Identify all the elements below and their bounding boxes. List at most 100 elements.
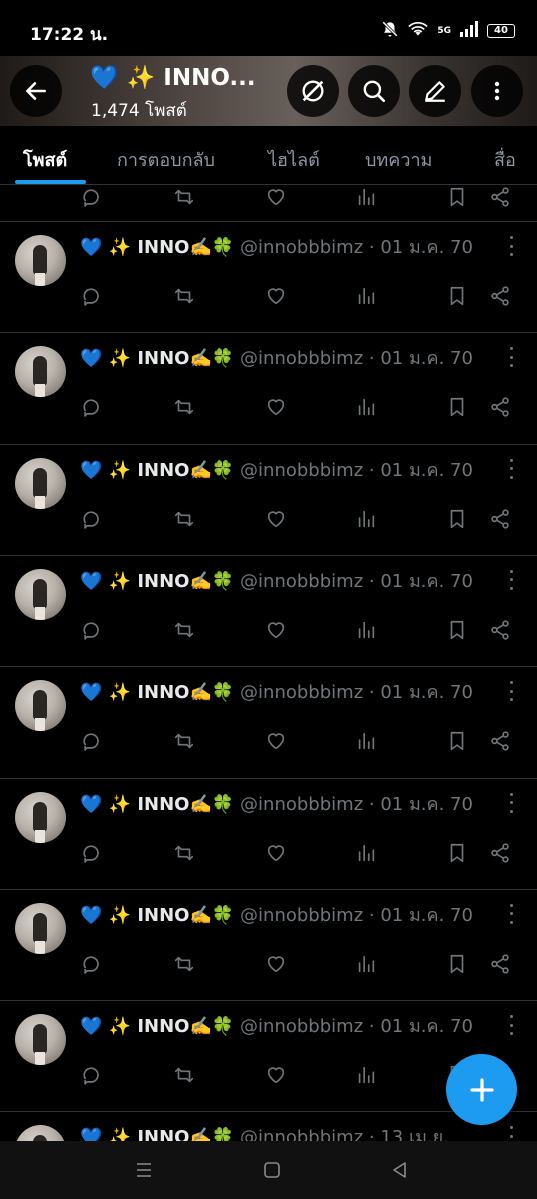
avatar[interactable] <box>15 1125 66 1141</box>
post-more-icon[interactable] <box>506 458 516 479</box>
reply-button[interactable] <box>80 618 104 642</box>
recent-apps-button[interactable] <box>134 1160 154 1180</box>
views-button[interactable] <box>354 841 378 865</box>
reply-button[interactable] <box>80 507 104 531</box>
views-button[interactable] <box>354 395 378 419</box>
post-item[interactable]: 💙 ✨ INNO✍️🍀 @innobbbimz · 01 ม.ค. 70 <box>0 888 537 1000</box>
search-button[interactable] <box>348 65 400 117</box>
avatar[interactable] <box>15 568 66 620</box>
post-item[interactable]: 💙 ✨ INNO✍️🍀 @innobbbimz · 01 ม.ค. 70 <box>0 777 537 889</box>
repost-button[interactable] <box>172 841 196 865</box>
share-button[interactable] <box>488 284 512 308</box>
views-button[interactable] <box>354 618 378 642</box>
repost-button[interactable] <box>172 729 196 753</box>
reply-button[interactable] <box>80 952 104 976</box>
tab-posts[interactable]: โพสต์ <box>23 145 67 174</box>
tab-highlights[interactable]: ไฮไลต์ <box>268 145 320 174</box>
avatar[interactable] <box>15 1014 66 1066</box>
post-more-icon[interactable] <box>506 1126 516 1141</box>
bookmark-button[interactable] <box>445 395 469 419</box>
bookmark-button[interactable] <box>445 729 469 753</box>
system-back-button[interactable] <box>390 1160 410 1180</box>
views-button[interactable] <box>354 1063 378 1087</box>
avatar[interactable] <box>15 235 66 286</box>
bookmark-button[interactable] <box>445 841 469 865</box>
post-item[interactable]: 💙 ✨ INNO✍️🍀 @innobbbimz · 01 ม.ค. 70 <box>0 221 537 332</box>
views-button[interactable] <box>354 729 378 753</box>
repost-button[interactable] <box>172 284 196 308</box>
reply-button[interactable] <box>80 1063 104 1087</box>
share-button[interactable] <box>488 395 512 419</box>
compose-button[interactable] <box>446 1054 517 1125</box>
like-button[interactable] <box>264 284 288 308</box>
views-button[interactable] <box>354 185 378 209</box>
repost-button[interactable] <box>172 395 196 419</box>
views-button[interactable] <box>354 507 378 531</box>
share-button[interactable] <box>488 185 512 209</box>
post-actions <box>0 185 537 209</box>
repost-button[interactable] <box>172 507 196 531</box>
bookmark-button[interactable] <box>445 185 469 209</box>
grok-button[interactable] <box>287 65 339 117</box>
post-more-icon[interactable] <box>506 681 516 702</box>
like-button[interactable] <box>264 395 288 419</box>
share-button[interactable] <box>488 729 512 753</box>
share-button[interactable] <box>488 507 512 531</box>
avatar[interactable] <box>15 902 66 954</box>
tab-replies[interactable]: การตอบกลับ <box>117 145 215 174</box>
share-button[interactable] <box>488 618 512 642</box>
share-button[interactable] <box>488 952 512 976</box>
reply-button[interactable] <box>80 284 104 308</box>
post-item[interactable]: 💙 ✨ INNO✍️🍀 @innobbbimz · 01 ม.ค. 70 <box>0 443 537 555</box>
repost-button[interactable] <box>172 1063 196 1087</box>
bookmark-button[interactable] <box>445 284 469 308</box>
post-feed[interactable]: 💙 ✨ INNO✍️🍀 @innobbbimz · 01 ม.ค. 70 💙 ✨ … <box>0 185 537 1141</box>
reply-button[interactable] <box>80 185 104 209</box>
repost-button[interactable] <box>172 952 196 976</box>
post-item[interactable]: 💙 ✨ INNO✍️🍀 @innobbbimz · 01 ม.ค. 70 <box>0 666 537 777</box>
post-date: · 01 ม.ค. 70 <box>368 348 473 370</box>
more-button[interactable] <box>471 65 523 117</box>
post-more-icon[interactable] <box>506 236 516 256</box>
reply-icon <box>83 733 99 751</box>
avatar[interactable] <box>15 457 66 509</box>
like-button[interactable] <box>264 507 288 531</box>
avatar[interactable] <box>15 680 66 732</box>
bookmark-icon <box>450 398 464 417</box>
avatar[interactable] <box>15 346 66 398</box>
like-button[interactable] <box>264 185 288 209</box>
bookmark-button[interactable] <box>445 618 469 642</box>
tab-media[interactable]: สื่อ <box>494 145 516 174</box>
like-button[interactable] <box>264 618 288 642</box>
like-button[interactable] <box>264 952 288 976</box>
views-button[interactable] <box>354 284 378 308</box>
home-button[interactable] <box>262 1160 282 1180</box>
tab-articles[interactable]: บทความ <box>365 145 432 174</box>
repost-icon <box>174 400 194 415</box>
post-more-icon[interactable] <box>506 569 516 590</box>
bookmark-button[interactable] <box>445 507 469 531</box>
edit-button[interactable] <box>409 65 461 117</box>
like-button[interactable] <box>264 1063 288 1087</box>
avatar[interactable] <box>15 791 66 843</box>
post-more-icon[interactable] <box>506 903 516 924</box>
post-more-icon[interactable] <box>506 347 516 368</box>
like-button[interactable] <box>264 729 288 753</box>
post-item[interactable]: 💙 ✨ INNO✍️🍀 @innobbbimz · 01 ม.ค. 70 <box>0 332 537 443</box>
post-item[interactable]: 💙 ✨ INNO✍️🍀 @innobbbimz · 01 ม.ค. 70 <box>0 554 537 666</box>
profile-title: 💙 ✨ INNO... <box>90 65 256 91</box>
back-button[interactable] <box>10 65 62 117</box>
repost-button[interactable] <box>172 185 196 209</box>
reply-button[interactable] <box>80 729 104 753</box>
views-button[interactable] <box>354 952 378 976</box>
post-more-icon[interactable] <box>506 1015 516 1036</box>
reply-button[interactable] <box>80 841 104 865</box>
reply-button[interactable] <box>80 395 104 419</box>
share-button[interactable] <box>488 841 512 865</box>
post-more-icon[interactable] <box>506 792 516 813</box>
post-date: · 13 เม.ย. <box>368 1127 449 1141</box>
like-button[interactable] <box>264 841 288 865</box>
bookmark-button[interactable] <box>445 952 469 976</box>
post-item[interactable]: 💙 ✨ INNO✍️🍀 @innobbbimz · 13 เม.ย. <box>0 1111 537 1141</box>
repost-button[interactable] <box>172 618 196 642</box>
